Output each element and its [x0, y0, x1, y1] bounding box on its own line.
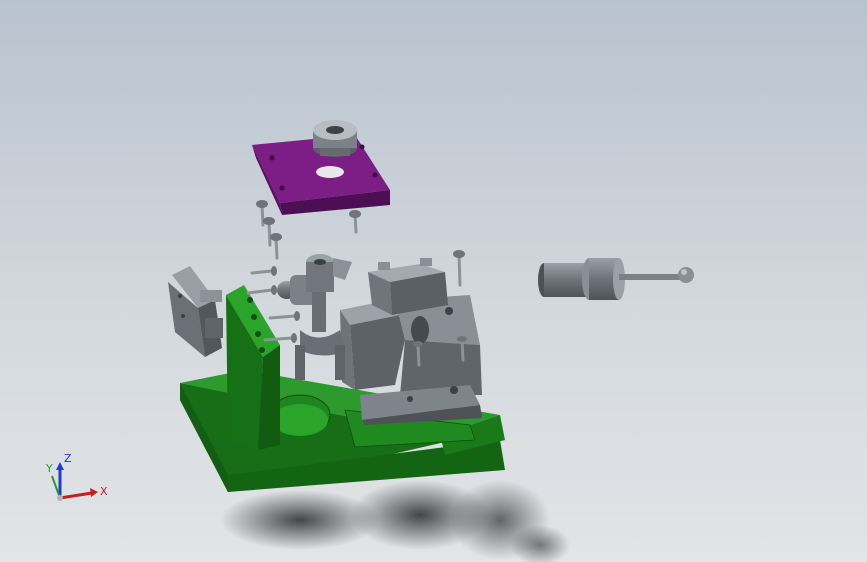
v-block[interactable]: [340, 295, 482, 425]
y-axis-label: Y: [45, 462, 53, 475]
axis-triad: X Y Z: [45, 452, 108, 501]
side-block[interactable]: [168, 266, 223, 357]
graphics-viewport[interactable]: X Y Z: [0, 0, 867, 562]
handle[interactable]: [538, 258, 694, 300]
assembly-scene[interactable]: [0, 0, 867, 562]
vertical-support[interactable]: [226, 285, 280, 450]
bushing[interactable]: [313, 120, 357, 157]
z-axis-label: Z: [64, 452, 72, 465]
x-axis: [59, 491, 93, 500]
x-axis-label: X: [100, 485, 108, 498]
floor-shadow: [220, 480, 570, 562]
slider-block[interactable]: [368, 258, 448, 315]
